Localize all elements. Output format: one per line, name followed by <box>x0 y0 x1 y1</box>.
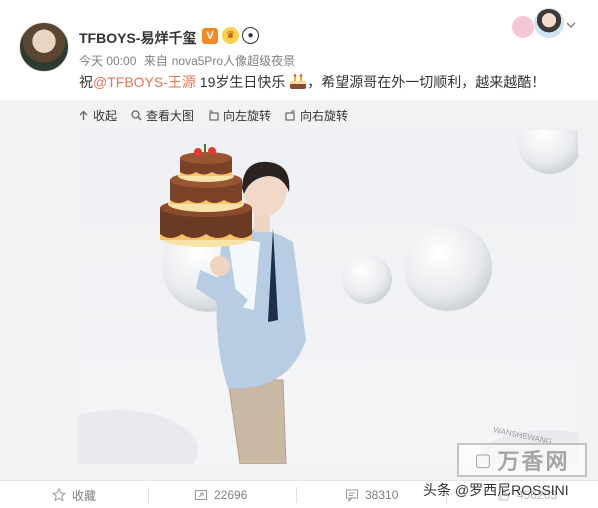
username[interactable]: TFBOYS-易烊千玺 <box>79 28 196 48</box>
text-birthday: 19岁生日快乐 <box>195 74 286 90</box>
post-meta: 今天 00:00 来自 nova5Pro人像超级夜景 <box>79 52 299 69</box>
watermark-site: 万香网 <box>497 449 570 474</box>
comment-count: 38310 <box>365 488 399 502</box>
chevron-down-icon[interactable] <box>566 20 576 30</box>
rotate-left-label: 向左旋转 <box>223 108 272 123</box>
star-icon <box>52 488 66 502</box>
crown-badge-icon[interactable]: ♛ <box>222 27 239 44</box>
footer-divider <box>296 487 297 503</box>
mention-link[interactable]: @TFBOYS-王源 <box>93 74 196 90</box>
rotate-right-button[interactable]: 向右旋转 <box>285 107 348 124</box>
weibo-card: TFBOYS-易烊千玺 V ♛ ● 今天 00:00 来自 nova5Pro人像超… <box>0 0 598 508</box>
view-large-label: 查看大图 <box>146 108 195 123</box>
vip-badge-icon[interactable]: V <box>202 28 218 44</box>
collapse-label: 收起 <box>93 108 118 123</box>
post-text: 祝@TFBOYS-王源 19岁生日快乐 ，希望源哥在外一切顺利，越来越酷！ <box>79 72 545 92</box>
cake-emoji-icon <box>290 74 307 89</box>
text-wish: ，希望源哥在外一切顺利，越来越酷！ <box>307 74 546 90</box>
favorite-label: 收藏 <box>72 488 97 503</box>
picture-toolbar: 收起 查看大图 向左旋转 向右旋转 <box>78 104 348 126</box>
repost-count: 22696 <box>214 488 248 502</box>
toutiao-watermark: 头条 @罗西尼ROSSINI <box>423 482 569 498</box>
rotate-left-button[interactable]: 向左旋转 <box>208 107 271 124</box>
rotate-right-icon <box>285 109 296 121</box>
comment-icon <box>346 489 358 502</box>
panda-badge-icon[interactable]: ● <box>242 27 259 44</box>
source-prefix: 来自 <box>143 54 168 68</box>
fan-badge-icon <box>512 16 534 38</box>
card-avatar <box>534 8 564 38</box>
post-time[interactable]: 今天 00:00 <box>79 54 136 68</box>
collapse-button[interactable]: 收起 <box>78 107 117 124</box>
user-avatar[interactable] <box>19 22 69 72</box>
magnifier-icon <box>131 109 142 121</box>
comment-button[interactable]: 38310 <box>345 481 398 508</box>
site-watermark: ▢ 万香网 <box>457 443 587 477</box>
arrow-up-icon <box>79 110 88 120</box>
watermark-logo-icon: ▢ <box>474 449 494 470</box>
rotate-right-label: 向右旋转 <box>300 108 349 123</box>
view-large-button[interactable]: 查看大图 <box>131 107 194 124</box>
text-prefix: 祝 <box>79 74 93 90</box>
repost-icon <box>195 490 207 500</box>
rotate-left-icon <box>209 109 219 121</box>
footer-divider <box>148 487 149 503</box>
header-avatars[interactable] <box>512 8 568 42</box>
post-source[interactable]: nova5Pro人像超级夜景 <box>172 54 295 68</box>
post-photo[interactable]: WANSHEWANG <box>78 130 578 464</box>
repost-button[interactable]: 22696 <box>194 481 247 508</box>
favorite-button[interactable]: 收藏 <box>52 481 96 508</box>
